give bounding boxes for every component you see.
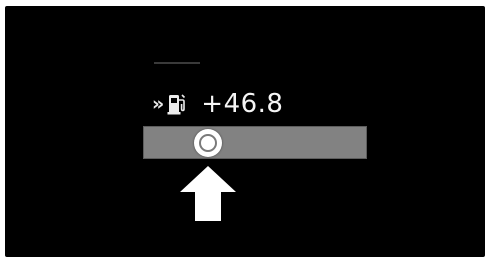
knob-ring	[198, 133, 217, 152]
up-arrow-icon	[178, 164, 238, 222]
adjustment-slider[interactable]	[143, 126, 367, 159]
display-screen: » +46.8	[5, 6, 485, 257]
fuel-pump-icon	[167, 92, 187, 116]
value-row: » +46.8	[152, 84, 283, 124]
slider-knob[interactable]	[193, 128, 222, 157]
top-divider	[154, 62, 200, 64]
chevron-icon: »	[152, 93, 164, 115]
value-readout: +46.8	[201, 89, 284, 119]
